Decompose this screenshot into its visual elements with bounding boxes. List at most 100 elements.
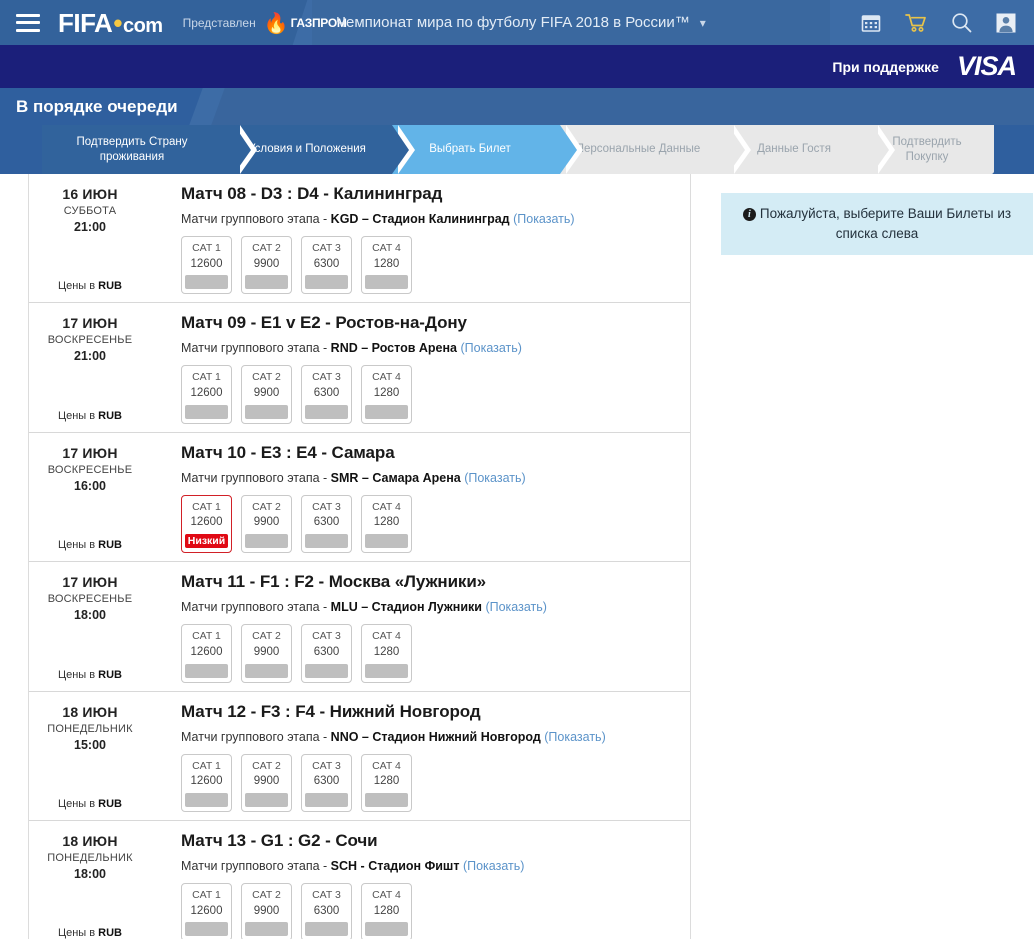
- match-info-column: Матч 11 - F1 : F2 - Москва «Лужники» Матч…: [151, 570, 690, 683]
- currency-label: Цены в RUB: [58, 798, 122, 812]
- cart-icon[interactable]: [905, 13, 927, 33]
- show-venue-link[interactable]: (Показать): [513, 212, 574, 226]
- match-time: 15:00: [74, 737, 106, 752]
- ticket-category[interactable]: CAT 2 9900: [241, 236, 292, 295]
- ticket-category[interactable]: CAT 4 1280: [361, 236, 412, 295]
- venue-code: RND: [330, 341, 358, 356]
- info-icon: i: [742, 208, 756, 221]
- ticket-category[interactable]: CAT 3 6300: [301, 882, 352, 939]
- visa-sponsor-bar: При поддержке VISA: [0, 45, 1034, 88]
- match-row[interactable]: 17 ИЮН ВОСКРЕСЕНЬЕ 18:00 Цены в RUB Матч 11 …: [29, 562, 690, 692]
- currency-code: RUB: [98, 539, 123, 552]
- step-label: Выбрать Билет: [429, 143, 511, 156]
- currency-prefix: Цены в: [57, 797, 99, 810]
- ticket-category[interactable]: CAT 4 1280: [361, 494, 412, 554]
- flame-icon: 🔥: [263, 12, 289, 35]
- ticket-category[interactable]: CAT 1 12600 Низкий: [181, 494, 232, 554]
- stage-label: Матчи группового этапа -: [181, 470, 331, 485]
- search-icon[interactable]: [951, 12, 972, 33]
- ticket-category[interactable]: CAT 2 9900: [241, 494, 292, 554]
- step-label: Подтвердить Страну проживания: [76, 136, 188, 163]
- show-venue-link[interactable]: (Показать): [464, 471, 525, 485]
- ticket-category[interactable]: CAT 4 1280: [361, 753, 412, 812]
- ticket-category[interactable]: CAT 3 6300: [301, 236, 352, 295]
- match-row[interactable]: 18 ИЮН ПОНЕДЕЛЬНИК 15:00 Цены в RUB Матч 12 …: [29, 692, 690, 821]
- ticket-category[interactable]: CAT 2 9900: [241, 365, 292, 424]
- ticket-category[interactable]: CAT 3 6300: [301, 753, 352, 812]
- availability-bar: [185, 792, 228, 807]
- match-subtitle: Матчи группового этапа - SMR – Самара Ар…: [181, 471, 690, 485]
- category-name: CAT 1: [192, 500, 221, 513]
- category-price: 12600: [190, 775, 223, 788]
- ticket-category[interactable]: CAT 1 12600: [181, 882, 232, 939]
- category-name: CAT 4: [372, 630, 401, 643]
- step-terms-conditions[interactable]: Условия и Положения: [234, 125, 415, 174]
- ticket-category[interactable]: CAT 2 9900: [241, 882, 292, 939]
- match-row[interactable]: 16 ИЮН СУББОТА 21:00 Цены в RUB Матч 08 - D3…: [29, 174, 690, 304]
- category-name: CAT 4: [372, 759, 401, 772]
- venue-name: Стадион Лужники: [371, 600, 482, 615]
- ticket-category[interactable]: CAT 4 1280: [361, 882, 412, 939]
- ticket-category[interactable]: CAT 1 12600: [181, 236, 232, 295]
- presented-by-label: Представлен: [182, 15, 256, 30]
- category-name: CAT 3: [312, 242, 341, 254]
- ticket-category[interactable]: CAT 1 12600: [181, 624, 232, 683]
- currency-code: RUB: [98, 927, 123, 939]
- currency-prefix: Цены в: [57, 927, 99, 939]
- match-subtitle: Матчи группового этапа - NNO – Стадион Н…: [181, 730, 690, 744]
- match-info-column: Матч 10 - E3 : E4 - Самара Матчи группово…: [151, 441, 690, 554]
- availability-bar: [305, 663, 348, 678]
- fifa-logo[interactable]: FIFA • com: [58, 10, 163, 36]
- category-name: CAT 1: [192, 630, 221, 643]
- match-subtitle: Матчи группового этапа - MLU – Стадион Л…: [181, 600, 690, 614]
- step-personal-data[interactable]: Персональные Данные: [560, 125, 751, 174]
- ticket-category[interactable]: CAT 3 6300: [301, 624, 352, 683]
- ticket-category[interactable]: CAT 3 6300: [301, 365, 352, 424]
- ticket-category[interactable]: CAT 2 9900: [241, 624, 292, 683]
- chevron-down-icon: ▾: [699, 15, 706, 30]
- ticket-category[interactable]: CAT 1 12600: [181, 753, 232, 812]
- selection-notice-text: Пожалуйста, выберите Ваши Билеты из спис…: [759, 206, 1012, 241]
- hamburger-icon[interactable]: [16, 13, 40, 32]
- ticket-category[interactable]: CAT 4 1280: [361, 365, 412, 424]
- step-confirm-country[interactable]: Подтвердить Страну проживания: [42, 125, 257, 174]
- category-price: 12600: [190, 516, 223, 529]
- category-price: 12600: [190, 904, 223, 917]
- match-row[interactable]: 18 ИЮН ПОНЕДЕЛЬНИК 18:00 Цены в RUB Матч 13 …: [29, 821, 690, 939]
- ticket-category[interactable]: CAT 2 9900: [241, 753, 292, 812]
- category-price: 9900: [253, 904, 280, 917]
- match-date-column: 18 ИЮН ПОНЕДЕЛЬНИК 15:00 Цены в RUB: [29, 700, 151, 812]
- category-price: 6300: [313, 257, 340, 270]
- calendar-icon[interactable]: [861, 13, 881, 33]
- ticket-category[interactable]: CAT 3 6300: [301, 494, 352, 554]
- stage-label: Матчи группового этапа -: [181, 341, 331, 356]
- match-row[interactable]: 17 ИЮН ВОСКРЕСЕНЬЕ 16:00 Цены в RUB Матч 10 …: [29, 433, 690, 563]
- ticket-category[interactable]: CAT 1 12600: [181, 365, 232, 424]
- match-time: 21:00: [74, 349, 106, 364]
- venue-code: NNO: [330, 729, 359, 744]
- show-venue-link[interactable]: (Показать): [463, 859, 524, 873]
- show-venue-link[interactable]: (Показать): [460, 341, 521, 355]
- step-select-ticket[interactable]: Выбрать Билет: [392, 125, 583, 174]
- category-name: CAT 2: [252, 888, 281, 901]
- category-price: 1280: [373, 904, 400, 917]
- category-name: CAT 1: [192, 759, 221, 772]
- site-header: FIFA • com Представлен 🔥 ГАЗПРОМ Чемпионат…: [0, 0, 1034, 45]
- category-price: 9900: [253, 386, 280, 399]
- match-info-column: Матч 12 - F3 : F4 - Нижний Новгород Матчи…: [151, 700, 690, 812]
- account-icon[interactable]: [996, 13, 1016, 33]
- selection-notice: i Пожалуйста, выберите Ваши Билеты из спи…: [721, 193, 1033, 256]
- ticket-category[interactable]: CAT 4 1280: [361, 624, 412, 683]
- availability-bar: [245, 534, 288, 549]
- match-row[interactable]: 17 ИЮН ВОСКРЕСЕНЬЕ 21:00 Цены в RUB Матч 09 …: [29, 303, 690, 433]
- match-title: Матч 13 - G1 : G2 - Сочи: [181, 830, 378, 850]
- tournament-selector[interactable]: Чемпионат мира по футболу FIFA 2018 в Ро…: [336, 0, 706, 45]
- show-venue-link[interactable]: (Показать): [544, 730, 605, 744]
- category-price: 6300: [313, 645, 340, 658]
- category-name: CAT 4: [372, 242, 401, 254]
- show-venue-link[interactable]: (Показать): [485, 600, 546, 614]
- supported-by-label: При поддержке: [832, 58, 939, 75]
- gazprom-logo[interactable]: 🔥 ГАЗПРОМ: [263, 12, 347, 35]
- venue-code: SMR: [330, 470, 359, 485]
- availability-bar: [245, 922, 288, 937]
